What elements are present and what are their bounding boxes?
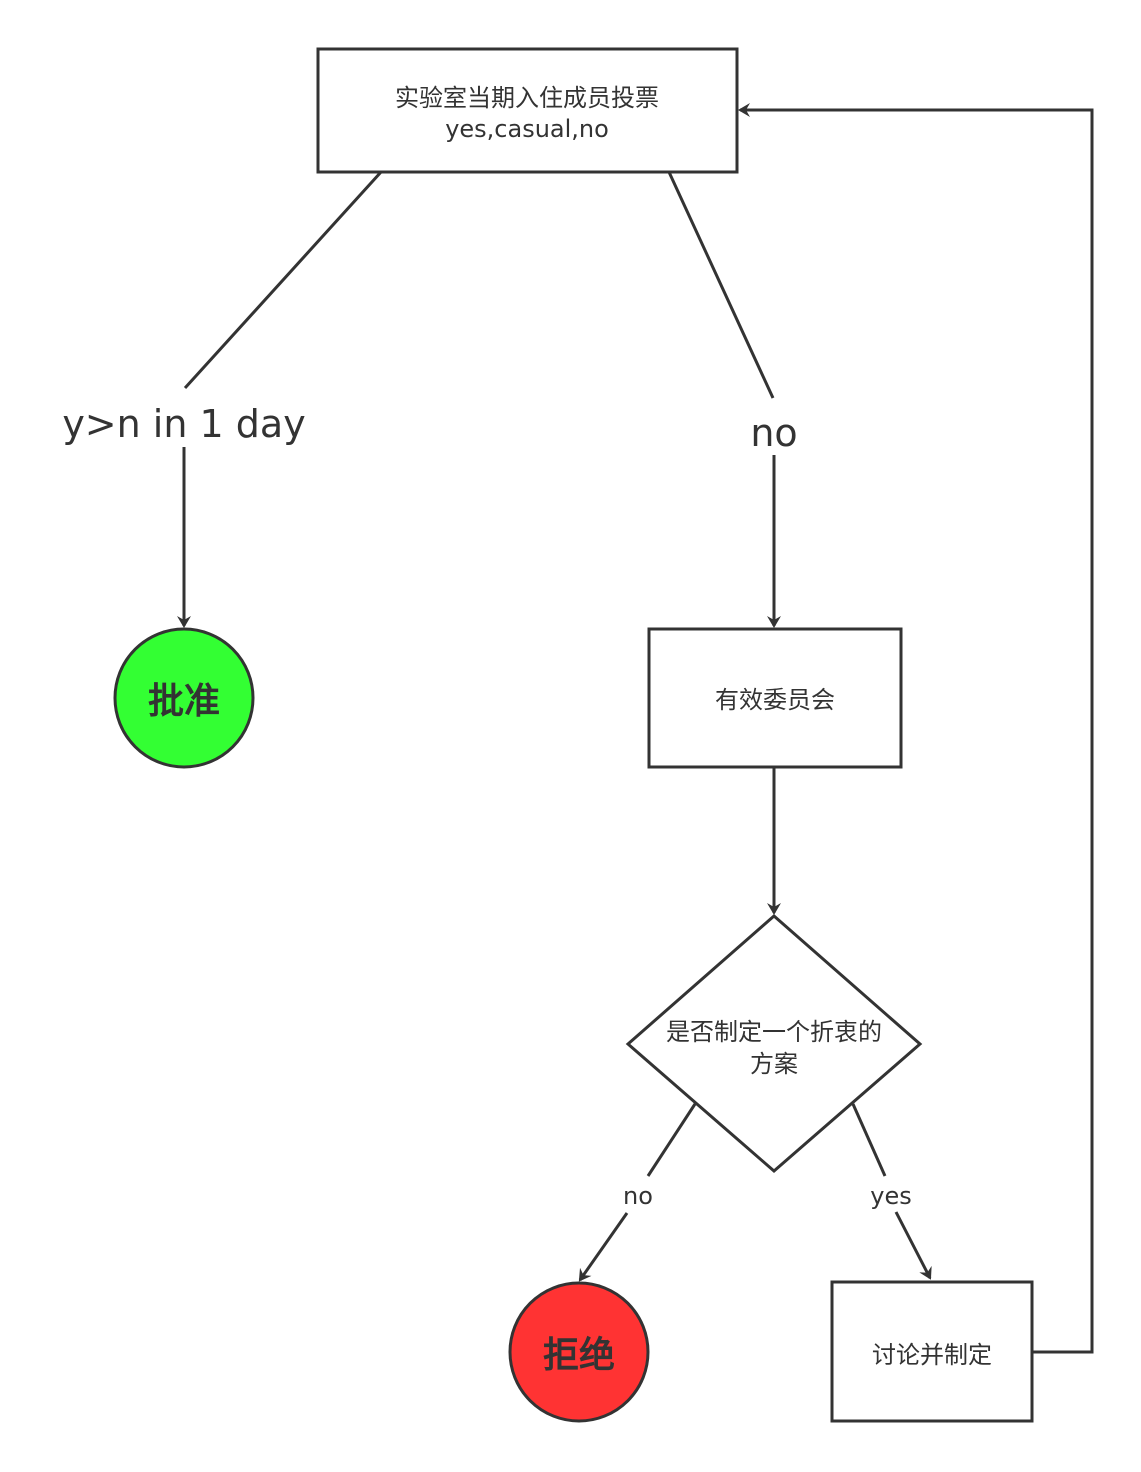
edge-vote-to-committee: no xyxy=(667,171,798,628)
node-approve[interactable]: 批准 xyxy=(113,627,255,769)
edge-vote-to-committee-label: no xyxy=(750,411,797,455)
node-committee[interactable]: 有效委员会 xyxy=(647,627,903,769)
node-decision[interactable]: 是否制定一个折衷的 方案 xyxy=(625,914,923,1173)
edge-vote-to-approve-upper-line xyxy=(183,170,383,390)
edge-decision-to-reject-lower-line xyxy=(578,1212,629,1282)
node-reject-label: 拒绝 xyxy=(543,1334,615,1376)
node-decision-label-line2: 方案 xyxy=(750,1050,798,1078)
edge-vote-to-approve: y>n in 1 day xyxy=(62,170,383,628)
edge-vote-to-committee-upper-line xyxy=(667,171,775,399)
edge-decision-to-reject-label: no xyxy=(623,1182,653,1210)
edge-decision-to-reject-upper-line xyxy=(646,1103,697,1177)
edge-vote-to-approve-label: y>n in 1 day xyxy=(62,402,305,446)
edge-decision-to-reject: no xyxy=(578,1103,697,1282)
flowchart-canvas: y>n in 1 day no no yes 实验室当期入住成员投票 yes,c… xyxy=(62,47,1094,1423)
edge-decision-to-discuss-label: yes xyxy=(870,1182,911,1210)
node-approve-label: 批准 xyxy=(148,681,220,722)
node-reject[interactable]: 拒绝 xyxy=(508,1281,650,1423)
node-vote-label-line2: yes,casual,no xyxy=(445,115,609,143)
node-vote-label-line1: 实验室当期入住成员投票 xyxy=(395,84,659,112)
node-decision-label-line1: 是否制定一个折衷的 xyxy=(666,1018,882,1046)
edge-decision-to-discuss: yes xyxy=(851,1103,932,1280)
node-discuss-label: 讨论并制定 xyxy=(872,1341,992,1369)
node-committee-label: 有效委员会 xyxy=(715,686,835,714)
edge-decision-to-discuss-lower-line xyxy=(894,1211,932,1280)
node-vote[interactable]: 实验室当期入住成员投票 yes,casual,no xyxy=(316,47,739,174)
node-discuss[interactable]: 讨论并制定 xyxy=(830,1280,1034,1423)
edge-decision-to-discuss-upper-line xyxy=(851,1103,887,1177)
